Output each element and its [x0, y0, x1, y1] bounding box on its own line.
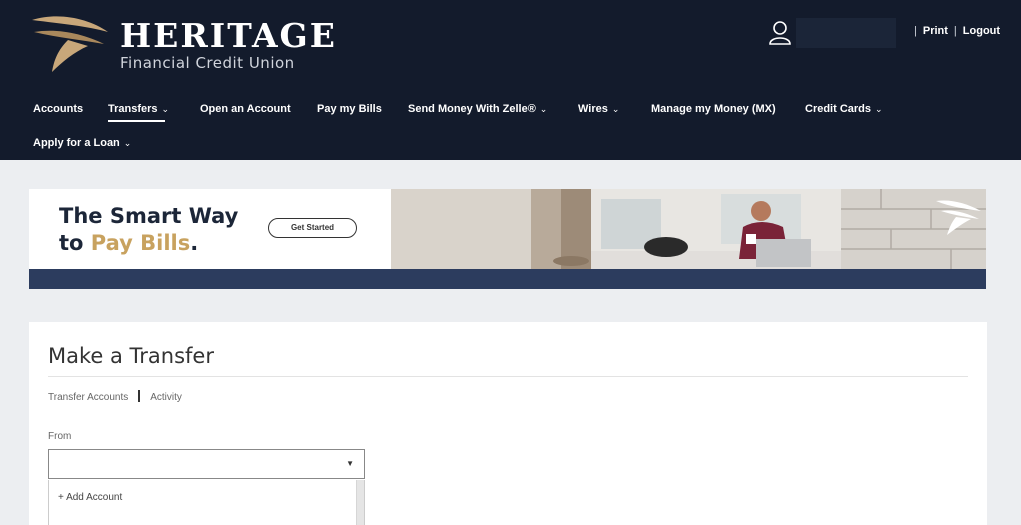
banner-line2-suffix: . [190, 231, 199, 255]
nav-label: Apply for a Loan [33, 137, 120, 149]
logout-link[interactable]: Logout [963, 25, 1000, 37]
nav-label: Credit Cards [805, 103, 872, 115]
nav-item-open-account[interactable]: Open an Account [200, 103, 291, 115]
chevron-down-icon: ⌄ [611, 104, 620, 114]
tab-transfer-accounts[interactable]: Transfer Accounts [48, 392, 128, 403]
active-underline [108, 120, 166, 122]
banner-photo-illustration [391, 189, 986, 269]
brand-name: HERITAGE [120, 16, 337, 55]
site-header: HERITAGE Financial Credit Union | Print | L… [0, 0, 1021, 160]
transfer-subnav: Transfer Accounts Activity [48, 390, 182, 403]
utility-links: | Print | Logout [914, 25, 1001, 37]
nav-item-credit-cards[interactable]: Credit Cards ⌄ [805, 103, 883, 115]
from-account-dropdown: + Add Account [48, 480, 365, 525]
chevron-down-icon: ⌄ [875, 104, 883, 114]
promo-banner: The Smart Way to Pay Bills. Get Started [29, 189, 986, 289]
tab-activity[interactable]: Activity [150, 392, 182, 403]
nav-label: Manage my Money (MX) [651, 103, 776, 115]
heritage-logo[interactable]: HERITAGE Financial Credit Union [28, 10, 335, 80]
from-account-select[interactable]: ▼ [48, 449, 365, 479]
nav-label: Send Money With Zelle® [408, 103, 536, 115]
nav-item-zelle[interactable]: Send Money With Zelle® ⌄ [408, 103, 547, 115]
subnav-separator [138, 390, 141, 402]
banner-line1: The Smart Way [59, 204, 239, 228]
divider [48, 376, 968, 377]
caret-down-icon: ▼ [346, 459, 354, 468]
banner-accent-text: Pay Bills [90, 231, 191, 255]
page-title: Make a Transfer [48, 344, 214, 368]
nav-label: Open an Account [200, 103, 291, 115]
nav-label: Accounts [33, 103, 84, 115]
dropdown-scrollbar[interactable] [356, 480, 364, 525]
print-link[interactable]: Print [923, 25, 948, 37]
chevron-down-icon: ⌄ [539, 104, 548, 114]
username-redacted [796, 18, 896, 48]
get-started-button[interactable]: Get Started [268, 218, 357, 238]
nav-label: Transfers [108, 103, 158, 115]
from-label: From [48, 431, 72, 442]
brand-subtitle: Financial Credit Union [120, 54, 295, 72]
transfer-card: Make a Transfer Transfer Accounts Activit… [29, 322, 987, 525]
chevron-down-icon: ⌄ [123, 138, 132, 148]
banner-photo [391, 189, 986, 269]
chevron-down-icon: ⌄ [161, 104, 170, 114]
banner-accent-bar [29, 269, 986, 289]
nav-item-manage-money[interactable]: Manage my Money (MX) [651, 103, 776, 115]
banner-headline: The Smart Way to Pay Bills. [59, 203, 238, 257]
user-icon[interactable] [768, 20, 792, 46]
nav-item-wires[interactable]: Wires ⌄ [578, 103, 619, 115]
nav-label: Wires [578, 103, 608, 115]
logo-wing-icon [32, 16, 108, 72]
nav-item-apply-loan[interactable]: Apply for a Loan ⌄ [33, 137, 131, 149]
banner-line2-prefix: to [59, 231, 91, 255]
nav-item-pay-bills[interactable]: Pay my Bills [317, 103, 382, 115]
banner-line2: to Pay Bills. [59, 230, 238, 257]
add-account-option[interactable]: + Add Account [58, 492, 122, 503]
nav-item-transfers[interactable]: Transfers ⌄ [108, 103, 170, 122]
nav-item-accounts[interactable]: Accounts [33, 103, 83, 115]
nav-label: Pay my Bills [317, 103, 382, 115]
